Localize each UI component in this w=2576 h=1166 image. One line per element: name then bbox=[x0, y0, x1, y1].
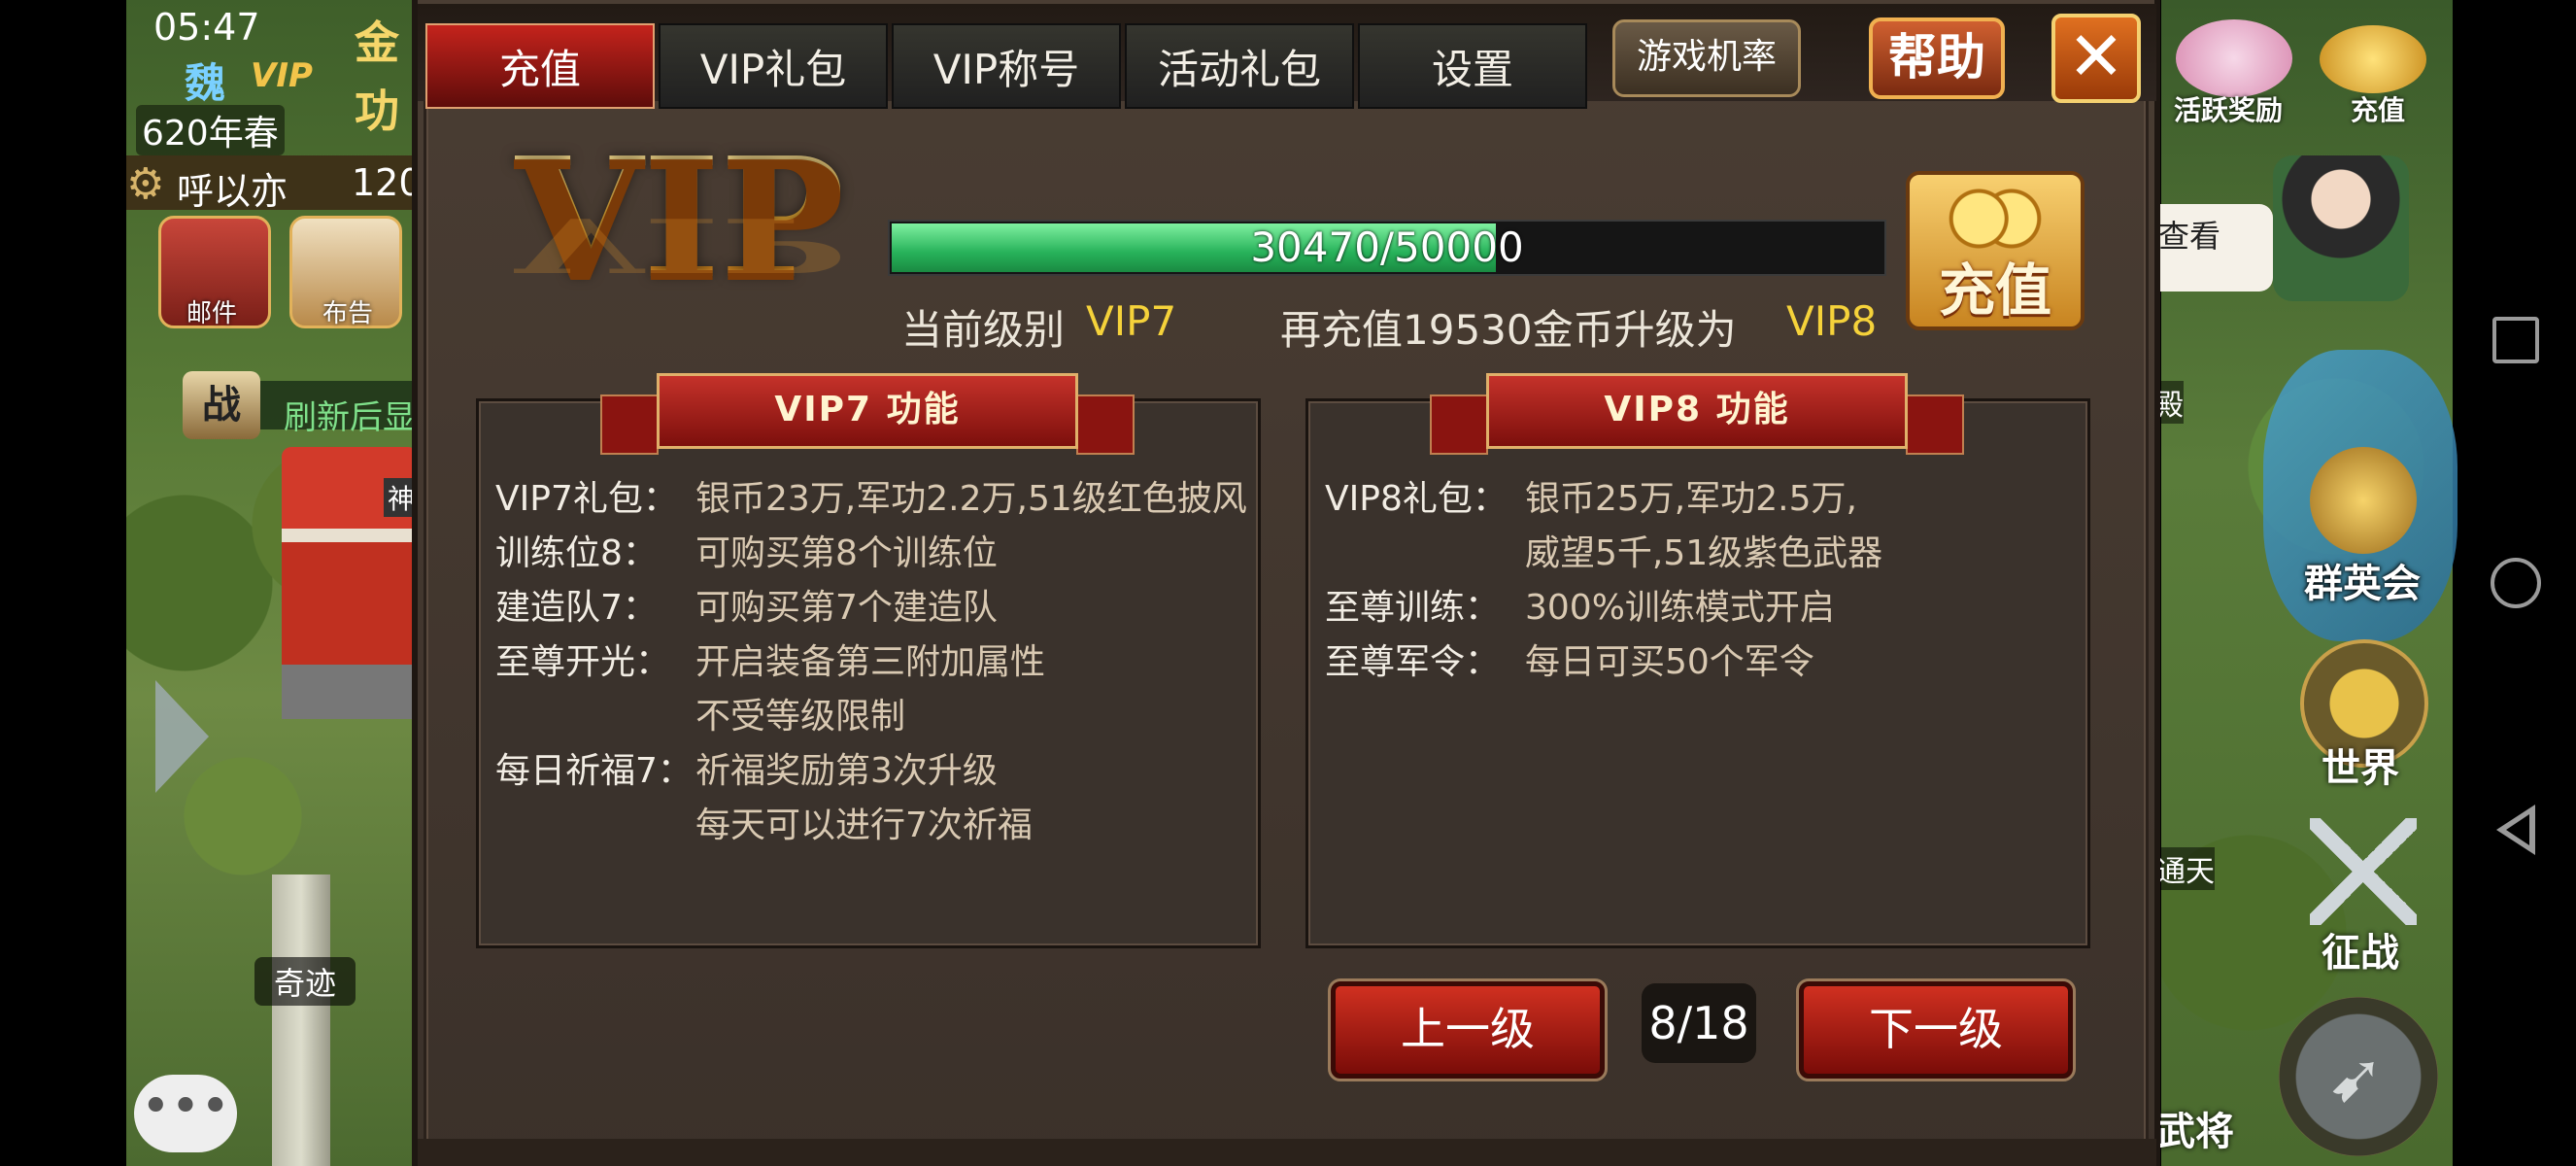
general-label: 武将 bbox=[2156, 1110, 2234, 1154]
active-reward-label: 活跃奖励 bbox=[2174, 94, 2284, 126]
tab-recharge[interactable]: 充值 bbox=[425, 23, 655, 109]
feature-value: 银币25万,军功2.5万, bbox=[1525, 479, 1857, 519]
feature-value: 每日可买50个军令 bbox=[1525, 642, 1814, 682]
feature-value: 银币23万,军功2.2万,51级红色披风 bbox=[695, 479, 1247, 519]
chat-icon[interactable]: ••• bbox=[134, 1075, 237, 1152]
heroes-icon[interactable] bbox=[2310, 447, 2417, 554]
feature-value: 300%训练模式开启 bbox=[1525, 588, 1835, 628]
feature-value: 开启装备第三附加属性 bbox=[695, 642, 1046, 682]
world-label: 世界 bbox=[2322, 746, 2399, 791]
dialog-bottom-edge bbox=[418, 1139, 2156, 1166]
feature-value: 不受等级限制 bbox=[695, 697, 906, 737]
recent-apps-icon[interactable] bbox=[2492, 317, 2539, 363]
gear-icon[interactable]: ⚙ bbox=[126, 159, 164, 209]
back-icon-inner bbox=[2506, 814, 2529, 845]
tab-vip-gift[interactable]: VIP礼包 bbox=[659, 23, 888, 109]
feature-value: 每天可以进行7次祈福 bbox=[695, 806, 1033, 845]
game-odds-button[interactable]: 游戏机率 bbox=[1612, 19, 1801, 97]
current-level-value: VIP7 bbox=[1086, 297, 1177, 345]
prev-level-button[interactable]: 上一级 bbox=[1328, 978, 1608, 1081]
battle-icon[interactable]: 战 bbox=[183, 371, 260, 439]
vip7-features-title: VIP7 功能 bbox=[657, 373, 1078, 449]
swap-arrow-icon[interactable]: ➹ bbox=[2327, 1038, 2385, 1117]
crossed-swords-icon[interactable] bbox=[2310, 818, 2417, 925]
gold-label: 金 bbox=[355, 17, 399, 69]
topup-label: 充值 bbox=[2351, 94, 2406, 126]
npc-portrait[interactable] bbox=[2273, 155, 2409, 301]
level-page-indicator: 8/18 bbox=[1642, 983, 1756, 1063]
merit-label: 功 bbox=[355, 85, 399, 137]
feature-label: 每日祈福7： bbox=[495, 751, 693, 791]
tab-vip-title[interactable]: VIP称号 bbox=[892, 23, 1121, 109]
feature-label: 训练位8： bbox=[495, 533, 658, 573]
feature-value: 可购买第7个建造队 bbox=[695, 588, 998, 628]
vip-badge[interactable]: VIP bbox=[251, 56, 313, 95]
ribbon-tail bbox=[1430, 394, 1488, 455]
help-button[interactable]: 帮助 bbox=[1869, 17, 2005, 99]
player-name: 呼以亦 bbox=[177, 170, 288, 213]
vip-progress-text: 30470/50000 bbox=[1250, 223, 1524, 271]
feature-value: 威望5千,51级紫色武器 bbox=[1525, 533, 1883, 573]
vip8-features-title: VIP8 功能 bbox=[1486, 373, 1908, 449]
miracle-pillar[interactable] bbox=[272, 874, 330, 1166]
expedition-label: 征战 bbox=[2322, 931, 2399, 976]
feature-label: 至尊训练： bbox=[1325, 588, 1501, 628]
upgrade-target-level: VIP8 bbox=[1786, 297, 1878, 345]
tongtian-label: 通天 bbox=[2156, 847, 2215, 890]
current-level-label: 当前级别 bbox=[901, 306, 1066, 354]
topup-icon[interactable] bbox=[2320, 25, 2426, 93]
notice-label: 布告 bbox=[322, 299, 374, 328]
coins-icon[interactable] bbox=[1941, 185, 2050, 253]
game-year: 620年春 bbox=[136, 105, 285, 155]
mail-label: 邮件 bbox=[186, 299, 238, 328]
expand-arrow-icon[interactable] bbox=[155, 680, 209, 793]
vip-logo-reflection: VIP bbox=[515, 200, 845, 289]
recharge-button-label[interactable]: 充值 bbox=[1906, 245, 2085, 326]
tab-event-gift[interactable]: 活动礼包 bbox=[1125, 23, 1354, 109]
feature-value: 可购买第8个训练位 bbox=[695, 533, 998, 573]
home-icon[interactable] bbox=[2491, 558, 2541, 608]
ribbon-tail bbox=[1906, 394, 1964, 455]
active-reward-icon[interactable] bbox=[2176, 19, 2292, 97]
tab-settings[interactable]: 设置 bbox=[1358, 23, 1587, 109]
feature-label: 至尊军令： bbox=[1325, 642, 1501, 682]
view-text: 查看 bbox=[2158, 218, 2221, 255]
next-level-button[interactable]: 下一级 bbox=[1796, 978, 2076, 1081]
close-icon[interactable]: ✕ bbox=[2051, 14, 2141, 103]
ribbon-tail bbox=[600, 394, 659, 455]
feature-label: VIP8礼包： bbox=[1325, 479, 1508, 519]
miracle-label: 奇迹 bbox=[254, 957, 356, 1006]
kingdom-badge: 魏 bbox=[185, 59, 226, 107]
heroes-label: 群英会 bbox=[2304, 562, 2421, 606]
feature-label: VIP7礼包： bbox=[495, 479, 678, 519]
feature-label: 建造队7： bbox=[495, 588, 658, 628]
feature-label: 至尊开光： bbox=[495, 642, 671, 682]
upgrade-hint: 再充值19530金币升级为 bbox=[1280, 306, 1737, 354]
refresh-hint: 刷新后显 bbox=[284, 398, 416, 437]
ribbon-tail bbox=[1076, 394, 1135, 455]
clock: 05:47 bbox=[153, 6, 260, 49]
feature-value: 祈福奖励第3次升级 bbox=[695, 751, 998, 791]
